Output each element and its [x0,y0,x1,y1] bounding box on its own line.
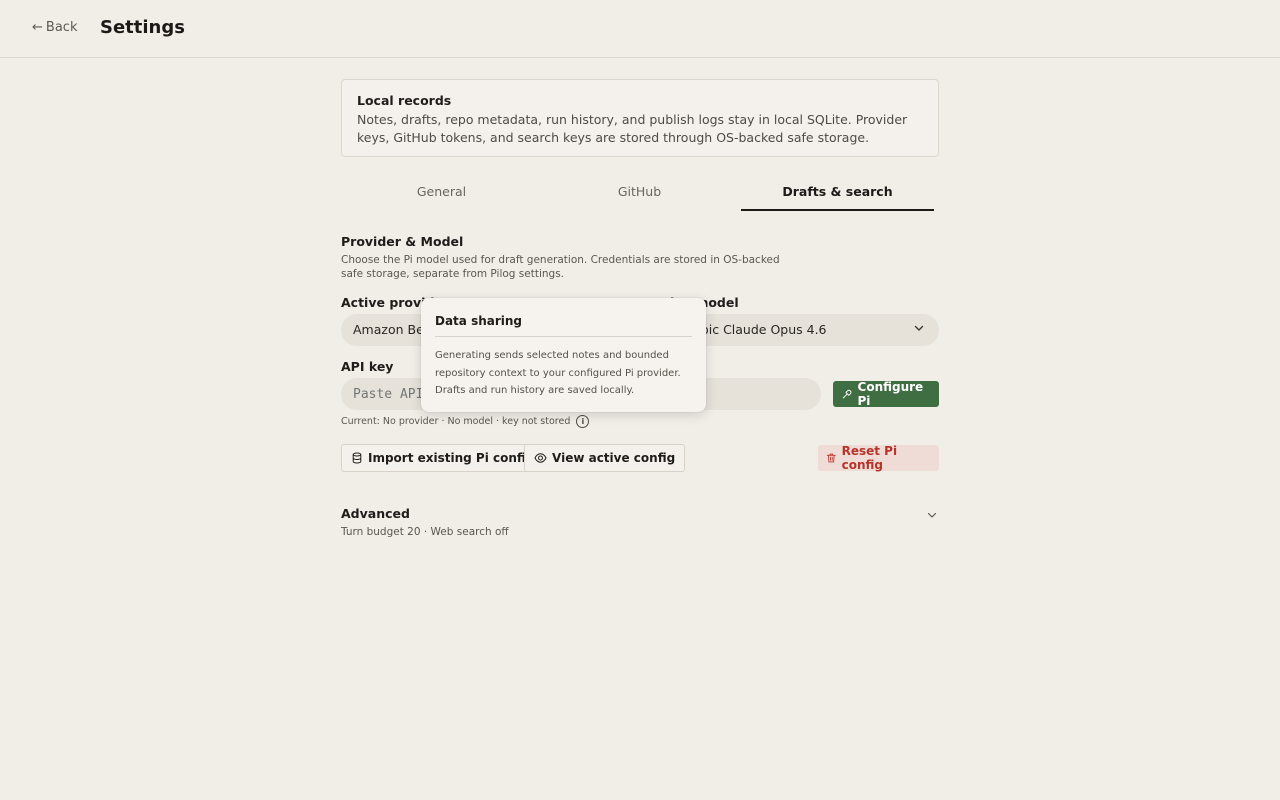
view-config-label: View active config [552,451,676,465]
tab-github[interactable]: GitHub [543,184,736,211]
import-config-label: Import existing Pi config [368,451,535,465]
advanced-title[interactable]: Advanced [341,506,410,521]
chevron-down-icon [914,325,924,331]
tab-general[interactable]: General [345,184,538,211]
section-title: Provider & Model [341,234,464,249]
info-icon[interactable]: i [576,415,590,428]
configure-pi-button[interactable]: Configure Pi [833,380,939,408]
local-records-notice: Local records Notes, drafts, repo metada… [341,79,939,157]
tooltip-body: Generating sends selected notes and boun… [435,350,681,396]
data-sharing-tooltip: Data sharing Generating sends selected n… [421,298,706,412]
back-label: Back [45,20,78,35]
header: ← Back Settings [0,0,1280,58]
config-status: Current: No provider · No model · key no… [341,415,590,428]
section-description: Choose the Pi model used for draft gener… [341,254,780,280]
configure-pi-label: Configure Pi [857,380,924,408]
trash-icon [826,453,836,463]
plug-icon [842,389,852,399]
advanced-subtitle: Turn budget 20 · Web search off [341,526,509,538]
status-text: Current: No provider · No model · key no… [341,416,571,427]
settings-tabs: General GitHub Drafts & search [341,184,939,211]
page-title: Settings [100,17,185,38]
chevron-down-icon[interactable] [926,509,938,521]
eye-icon [534,453,547,463]
tab-drafts-search[interactable]: Drafts & search [741,184,934,211]
api-key-label: API key [341,359,394,374]
reset-config-button[interactable]: Reset Pi config [818,444,939,472]
notice-body: Notes, drafts, repo metadata, run histor… [357,112,908,145]
arrow-left-icon: ← [32,20,43,35]
reset-config-label: Reset Pi config [841,444,898,472]
import-config-button[interactable]: Import existing Pi config [341,444,545,472]
back-button[interactable]: ← Back [32,20,77,35]
database-icon [352,452,362,464]
notice-title: Local records [357,93,452,108]
view-config-button[interactable]: View active config [524,444,686,472]
tooltip-title: Data sharing [435,314,692,337]
